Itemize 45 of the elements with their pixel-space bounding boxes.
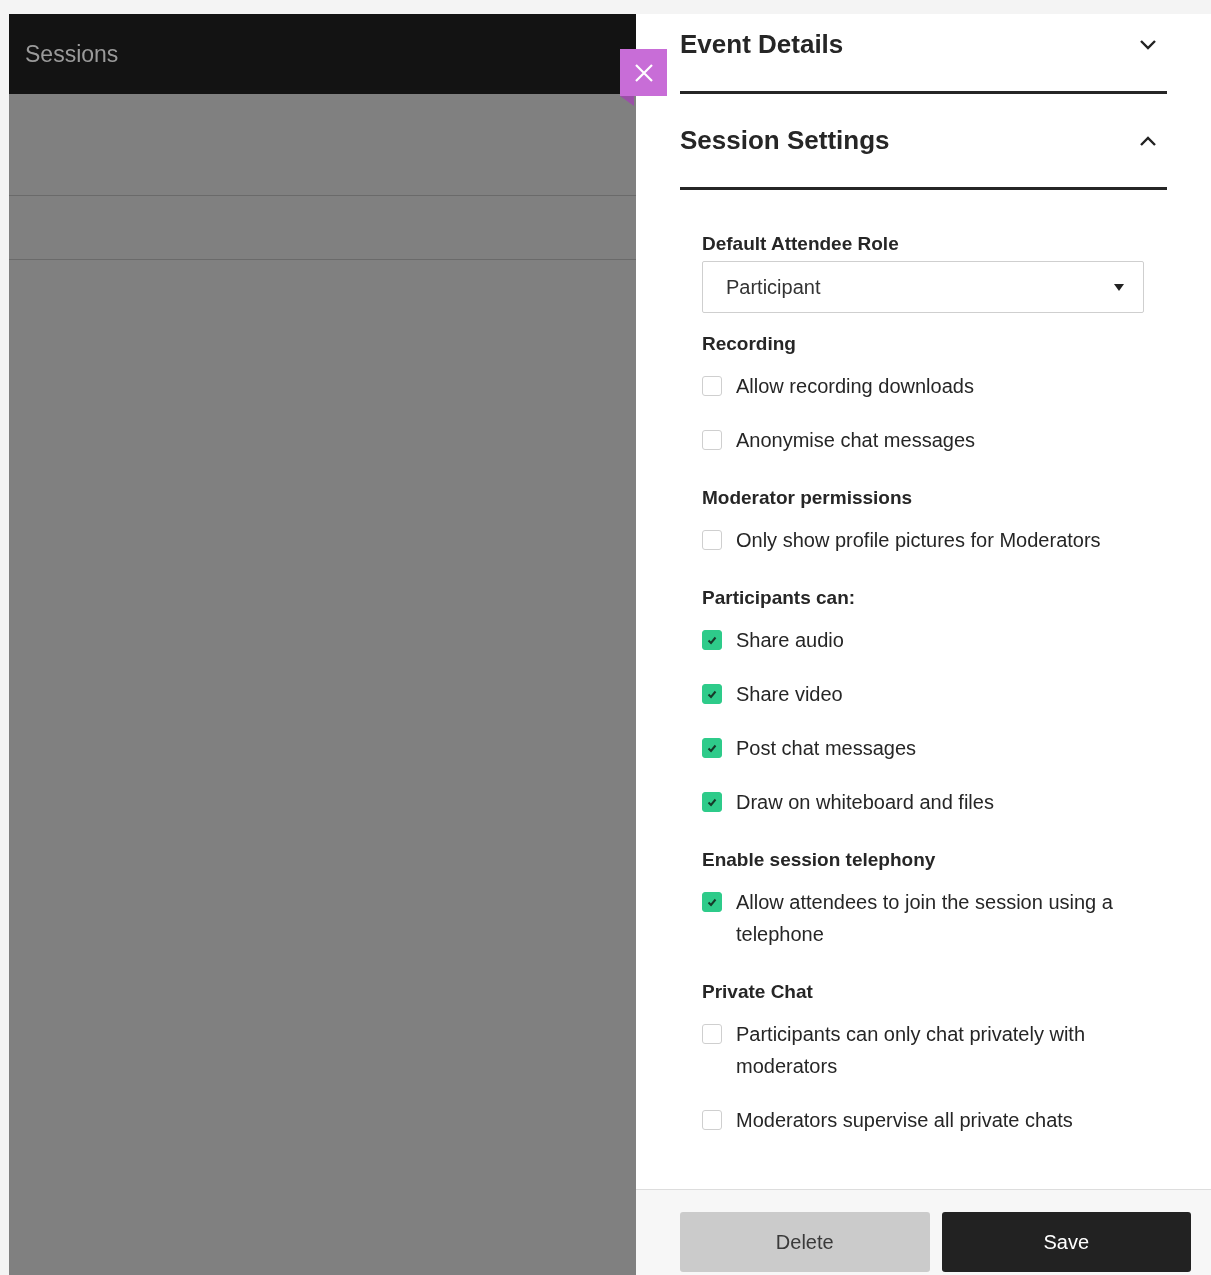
close-button[interactable]: [620, 49, 667, 96]
role-dropdown[interactable]: Participant: [702, 261, 1144, 313]
checkbox-label: Allow recording downloads: [736, 374, 974, 399]
checkmark-icon: [707, 743, 717, 753]
checkbox[interactable]: [702, 738, 722, 758]
accordion-header[interactable]: Session Settings: [680, 94, 1167, 190]
checkbox[interactable]: [702, 530, 722, 550]
section-title: Event Details: [680, 29, 844, 60]
checkbox-label: Share video: [736, 682, 843, 707]
checkbox[interactable]: [702, 1024, 722, 1044]
chevron-down-icon: [1139, 38, 1157, 51]
page-title: Sessions: [25, 40, 119, 68]
group-heading: Moderator permissions: [702, 487, 914, 509]
checkbox[interactable]: [702, 684, 722, 704]
checkbox-label: Draw on whiteboard and files: [736, 790, 994, 815]
dropdown-arrow-icon: [1113, 282, 1125, 292]
save-button[interactable]: Save: [941, 1212, 1191, 1272]
group-heading: Enable session telephony: [702, 849, 937, 871]
checkbox-label: Moderators supervise all private chats: [736, 1108, 1073, 1133]
checkmark-icon: [707, 689, 717, 699]
checkbox[interactable]: [702, 792, 722, 812]
checkbox-label: Anonymise chat messages: [736, 428, 975, 453]
tab-corner: [620, 96, 634, 106]
delete-button[interactable]: Delete: [680, 1212, 930, 1272]
close-icon: [633, 62, 654, 83]
group-heading: Participants can:: [702, 587, 857, 609]
checkbox[interactable]: [702, 630, 722, 650]
checkbox-label: Allow attendees to join the session using a telephone: [736, 890, 1114, 947]
checkbox-label: Share audio: [736, 628, 844, 653]
checkbox[interactable]: [702, 376, 722, 396]
checkmark-icon: [707, 797, 717, 807]
group-heading: Private Chat: [702, 981, 814, 1003]
chevron-up-icon: [1139, 134, 1157, 147]
checkbox-label: Participants can only chat privately with moderators: [736, 1022, 1087, 1079]
checkmark-icon: [707, 635, 717, 645]
section-title: Session Settings: [680, 125, 890, 156]
checkbox-label: Post chat messages: [736, 736, 917, 761]
checkbox[interactable]: [702, 892, 722, 912]
checkbox[interactable]: [702, 1110, 722, 1130]
checkbox-label: Only show profile pictures for Moderators: [736, 528, 1101, 553]
group-heading: Recording: [702, 333, 797, 355]
checkmark-icon: [707, 897, 717, 907]
field-label: Default Attendee Role: [702, 233, 900, 255]
checkbox[interactable]: [702, 430, 722, 450]
accordion-header[interactable]: Event Details: [680, 14, 1167, 94]
